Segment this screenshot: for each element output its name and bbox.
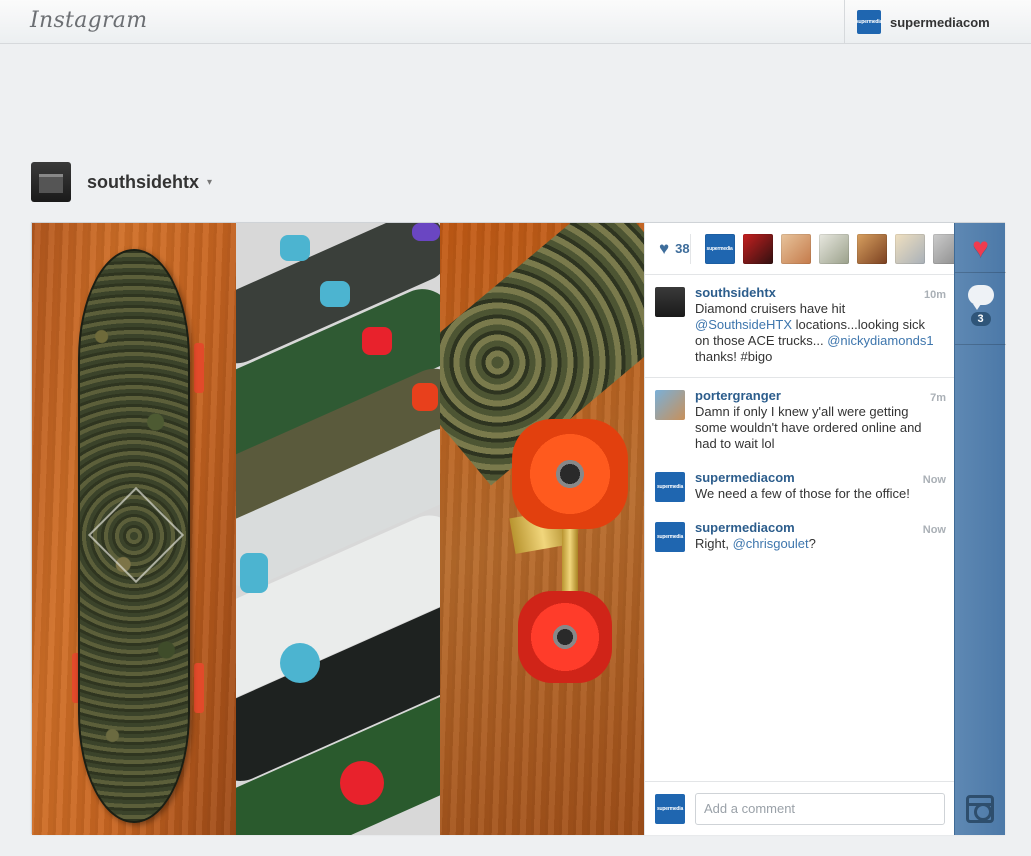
liker-avatar[interactable]	[894, 233, 925, 264]
current-user-avatar: supermedia	[655, 793, 685, 824]
comment-count-badge: 3	[970, 312, 991, 326]
current-user-avatar-text: supermedia	[656, 805, 684, 812]
add-comment-row: supermedia	[645, 781, 955, 835]
heart-icon: ♥	[659, 238, 670, 258]
mention-link[interactable]: @nickydiamonds1	[827, 333, 933, 348]
camo-deck-image	[78, 249, 190, 823]
likes-row: ♥ 38 supermedia	[645, 223, 954, 275]
comment-bubble-icon	[967, 285, 994, 310]
commenter-avatar[interactable]: supermedia	[655, 522, 685, 552]
commenter-avatar[interactable]	[655, 287, 685, 317]
post-card: ♥ 38 supermedia 10m southsidehtx Diamond…	[31, 222, 1006, 835]
liker-avatar-text: supermedia	[706, 245, 733, 252]
instagram-logo[interactable]: Instagram	[30, 8, 147, 33]
account-avatar: supermedia	[855, 10, 883, 34]
commenter-avatar[interactable]: supermedia	[655, 472, 685, 502]
comment-time: 7m	[930, 392, 946, 404]
liker-avatar[interactable]	[780, 233, 811, 264]
post-owner-header: southsidehtx ▾	[31, 162, 212, 202]
liker-avatar[interactable]	[932, 233, 954, 264]
mention-link[interactable]: @SouthsideHTX	[695, 317, 792, 332]
liker-avatar[interactable]	[856, 233, 887, 264]
photo-panel-right	[440, 223, 644, 835]
like-count-number: 38	[675, 241, 690, 256]
liker-avatar[interactable]: supermedia	[704, 233, 735, 264]
commenter-avatar-text: supermedia	[656, 484, 684, 490]
commenter-username[interactable]: portergranger	[695, 388, 940, 404]
heart-icon: ♥	[972, 231, 989, 263]
top-bar: Instagram supermedia supermediacom	[0, 0, 1031, 44]
owner-username[interactable]: southsidehtx	[87, 172, 199, 193]
post-details-pane: ♥ 38 supermedia 10m southsidehtx Diamond…	[644, 223, 955, 835]
comment-button[interactable]: 3	[955, 273, 1006, 345]
owner-avatar[interactable]	[31, 162, 71, 202]
comment-time: 10m	[923, 289, 946, 301]
comment-text: Right, @chrisgoulet?	[695, 536, 816, 551]
photo-panel-left	[32, 223, 236, 835]
like-count[interactable]: ♥ 38	[659, 233, 691, 264]
comment-item: 7m portergranger Damn if only I knew y'a…	[645, 378, 954, 460]
add-comment-input[interactable]	[695, 792, 945, 825]
camera-icon[interactable]	[966, 795, 994, 823]
like-button[interactable]: ♥	[955, 223, 1006, 273]
mention-link[interactable]: @chrisgoulet	[733, 536, 809, 551]
commenter-avatar[interactable]	[655, 390, 685, 420]
comment-time: Now	[922, 474, 946, 486]
commenter-username[interactable]: supermediacom	[695, 520, 940, 536]
commenter-username[interactable]: southsidehtx	[695, 285, 940, 301]
commenter-username[interactable]: supermediacom	[695, 470, 940, 486]
account-name[interactable]: supermediacom	[890, 15, 990, 30]
photo-panel-middle	[236, 223, 440, 835]
liker-avatar[interactable]	[742, 233, 773, 264]
account-avatar-text: supermedia	[855, 19, 883, 25]
commenter-avatar-text: supermedia	[656, 534, 684, 540]
diamond-logo-image	[87, 486, 185, 584]
comment-item: supermedia Now supermediacom We need a f…	[645, 460, 954, 510]
comment-text: Diamond cruisers have hit @SouthsideHTX …	[695, 301, 934, 364]
liker-avatar[interactable]	[818, 233, 849, 264]
post-photo[interactable]	[32, 223, 644, 835]
comment-text: We need a few of those for the office!	[695, 486, 910, 501]
owner-menu-caret-icon[interactable]: ▾	[207, 177, 212, 188]
comment-time: Now	[922, 524, 946, 536]
comment-text: Damn if only I knew y'all were getting s…	[695, 404, 922, 451]
action-rail: ♥ 3	[954, 223, 1006, 835]
comments-list: 10m southsidehtx Diamond cruisers have h…	[645, 275, 954, 781]
account-menu[interactable]: supermedia supermediacom	[844, 0, 1031, 44]
comment-item: supermedia Now supermediacom Right, @chr…	[645, 510, 954, 560]
comment-item: 10m southsidehtx Diamond cruisers have h…	[645, 275, 954, 378]
